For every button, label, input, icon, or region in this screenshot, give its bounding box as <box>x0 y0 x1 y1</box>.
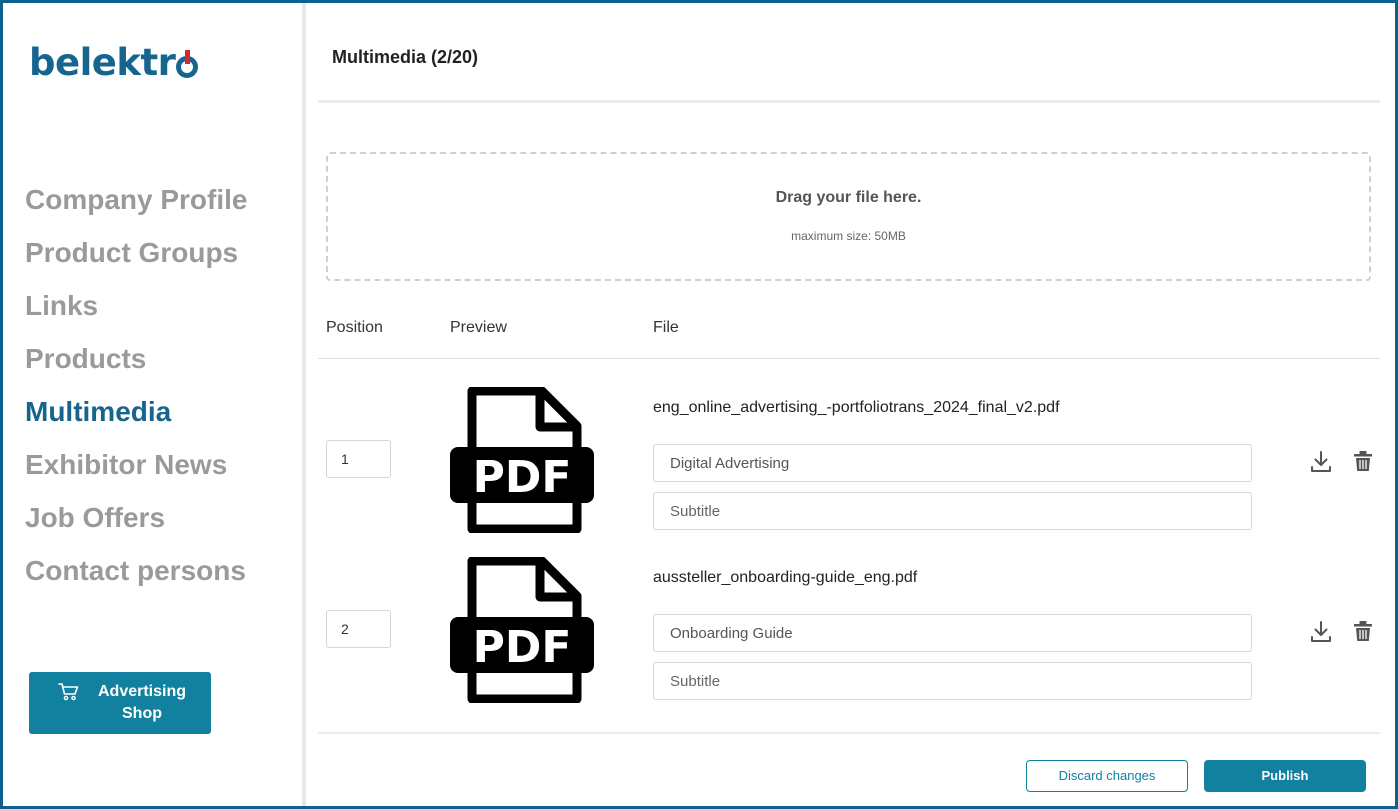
column-header-position: Position <box>326 319 383 336</box>
sidebar-item-company-profile[interactable]: Company Profile <box>25 179 247 232</box>
table-header-divider <box>318 358 1380 359</box>
file-title-input[interactable] <box>653 614 1252 652</box>
file-title-input[interactable] <box>653 444 1252 482</box>
column-header-preview: Preview <box>450 319 507 336</box>
advertising-shop-button[interactable]: Advertising Shop <box>29 672 211 734</box>
page-title: Multimedia (2/20) <box>332 47 479 67</box>
file-dropzone[interactable]: Drag your file here. maximum size: 50MB <box>326 152 1371 281</box>
svg-text:PDF: PDF <box>473 622 572 673</box>
file-name: aussteller_onboarding-guide_eng.pdf <box>653 569 918 586</box>
sidebar-nav: Company Profile Product Groups Links Pro… <box>25 179 247 603</box>
sidebar-item-links[interactable]: Links <box>25 285 247 338</box>
dropzone-max-size: maximum size: 50MB <box>791 229 906 243</box>
trash-icon[interactable] <box>1352 449 1374 473</box>
dropzone-title: Drag your file here. <box>775 189 922 206</box>
sidebar-item-multimedia[interactable]: Multimedia <box>25 391 247 444</box>
file-subtitle-input[interactable] <box>653 492 1252 530</box>
main-content: Multimedia (2/20) Drag your file here. m… <box>318 3 1380 806</box>
logo-power-icon <box>176 50 199 78</box>
advertising-shop-label: Advertising Shop <box>97 683 186 722</box>
title-divider <box>318 100 1380 103</box>
table-footer-divider <box>318 732 1380 734</box>
logo-text: belektr <box>29 41 176 84</box>
file-subtitle-input[interactable] <box>653 662 1252 700</box>
publish-button[interactable]: Publish <box>1204 760 1366 792</box>
pdf-icon: PDF <box>450 387 594 533</box>
table-row: PDF aussteller_onboarding-guide_eng.pdf <box>318 553 1380 713</box>
download-icon[interactable] <box>1310 620 1332 644</box>
file-name: eng_online_advertising_-portfoliotrans_2… <box>653 399 1060 416</box>
sidebar-divider <box>302 3 306 806</box>
pdf-icon: PDF <box>450 557 594 703</box>
trash-icon[interactable] <box>1352 619 1374 643</box>
sidebar-item-job-offers[interactable]: Job Offers <box>25 497 247 550</box>
sidebar-item-product-groups[interactable]: Product Groups <box>25 232 247 285</box>
discard-changes-button[interactable]: Discard changes <box>1026 760 1188 792</box>
position-input[interactable] <box>326 610 391 648</box>
brand-logo[interactable]: belektr <box>29 41 199 84</box>
sidebar: belektr Company Profile Product Groups L… <box>3 3 302 806</box>
cart-icon <box>58 683 79 701</box>
sidebar-item-products[interactable]: Products <box>25 338 247 391</box>
svg-text:PDF: PDF <box>473 452 572 503</box>
download-icon[interactable] <box>1310 450 1332 474</box>
position-input[interactable] <box>326 440 391 478</box>
table-row: PDF eng_online_advertising_-portfoliotra… <box>318 383 1380 543</box>
column-header-file: File <box>653 319 679 336</box>
sidebar-item-exhibitor-news[interactable]: Exhibitor News <box>25 444 247 497</box>
sidebar-item-contact-persons[interactable]: Contact persons <box>25 550 247 603</box>
